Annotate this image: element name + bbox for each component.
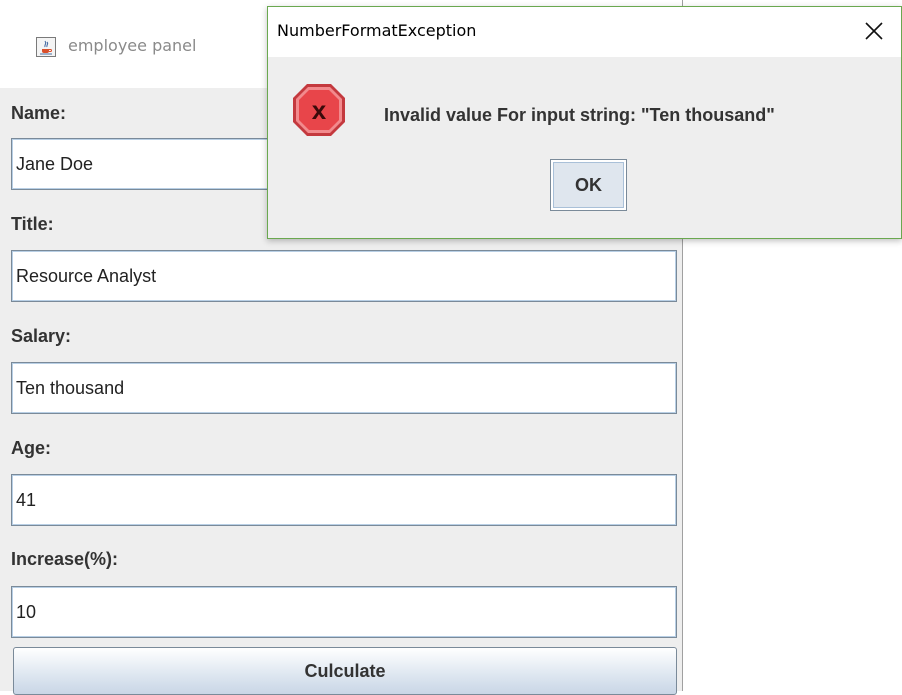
dialog-close-button[interactable]	[852, 11, 896, 51]
increase-field[interactable]: 10	[11, 586, 677, 638]
title-label: Title:	[11, 214, 54, 234]
dialog-title: NumberFormatException	[277, 21, 477, 40]
title-field[interactable]: Resource Analyst	[11, 250, 677, 302]
svg-text:x: x	[312, 95, 327, 125]
dialog-message: Invalid value For input string: "Ten tho…	[384, 105, 775, 125]
java-cup-icon	[36, 37, 56, 57]
ok-button[interactable]: OK	[550, 159, 627, 211]
window-title: employee panel	[68, 36, 197, 55]
age-field[interactable]: 41	[11, 474, 677, 526]
name-label: Name:	[11, 103, 67, 123]
close-icon	[865, 22, 883, 40]
dialog-titlebar[interactable]: NumberFormatException	[268, 7, 901, 57]
calculate-button[interactable]: Culculate	[13, 647, 677, 695]
increase-label: Increase(%):	[11, 549, 119, 569]
age-label: Age:	[11, 438, 51, 458]
salary-field[interactable]: Ten thousand	[11, 362, 677, 414]
error-x-icon: x	[290, 81, 348, 139]
error-dialog: NumberFormatException x Invalid value Fo…	[267, 6, 902, 239]
salary-label: Salary:	[11, 326, 72, 346]
